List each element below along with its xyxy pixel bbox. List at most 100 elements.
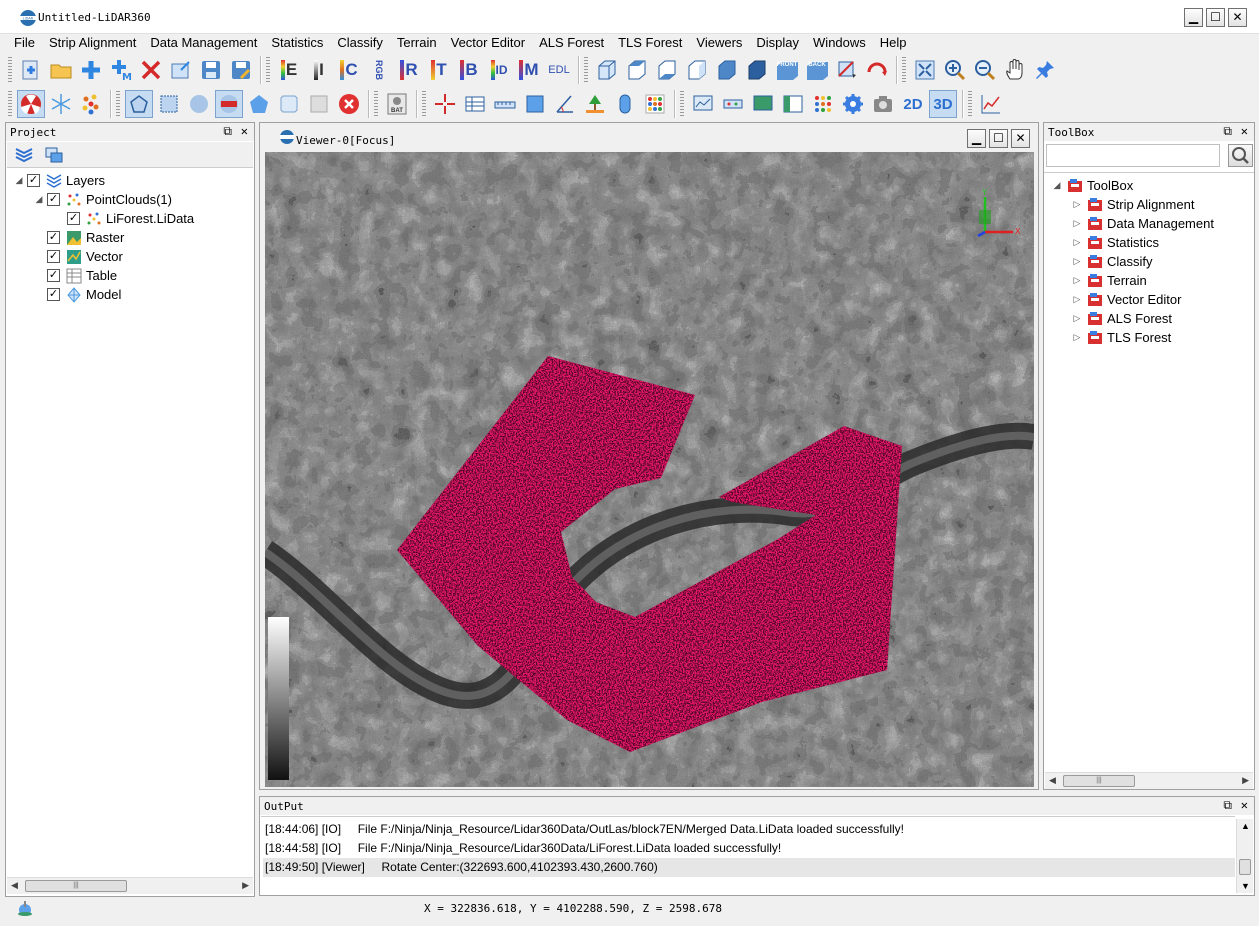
measure-table-icon[interactable] [461, 90, 489, 118]
toolbar-grip[interactable] [422, 91, 426, 117]
expand-arrow-icon[interactable]: ▷ [1072, 199, 1082, 210]
scroll-up-icon[interactable]: ▲ [1241, 821, 1250, 831]
rgb-color-icon[interactable]: RGB [365, 56, 393, 84]
zoom-out-icon[interactable] [971, 56, 999, 84]
pan-hand-icon[interactable] [1001, 56, 1029, 84]
scroll-right-icon[interactable]: ▶ [1242, 775, 1249, 786]
collapse-arrow-icon[interactable]: ◢ [34, 194, 44, 205]
mix-color-icon[interactable]: M [515, 56, 543, 84]
tree-node-model[interactable]: ✓ Model [6, 285, 254, 304]
toolbox-item-vector-editor[interactable]: ▷ Vector Editor [1044, 290, 1254, 309]
layer-checkbox[interactable]: ✓ [27, 174, 40, 187]
window-list-icon[interactable] [45, 147, 63, 166]
toolbox-item-data-management[interactable]: ▷ Data Management [1044, 214, 1254, 233]
collapse-arrow-icon[interactable]: ◢ [1052, 180, 1062, 191]
blend-color-icon[interactable]: B [455, 56, 483, 84]
project-horizontal-scrollbar[interactable]: ◀ ||| ▶ [7, 877, 253, 894]
add-data-icon[interactable] [77, 56, 105, 84]
menu-als-forest[interactable]: ALS Forest [532, 33, 611, 53]
profile-view-icon[interactable] [689, 90, 717, 118]
projection-mode-icon[interactable] [833, 56, 861, 84]
classification-color-icon[interactable]: C [335, 56, 363, 84]
screenshot-camera-icon[interactable] [869, 90, 897, 118]
expand-arrow-icon[interactable]: ▷ [1072, 218, 1082, 229]
toolbox-item-als-forest[interactable]: ▷ ALS Forest [1044, 309, 1254, 328]
time-color-icon[interactable]: T [425, 56, 453, 84]
tree-node-pointclouds[interactable]: ◢ ✓ PointClouds(1) [6, 190, 254, 209]
expand-arrow-icon[interactable]: ▷ [1072, 275, 1082, 286]
tree-node-raster[interactable]: ✓ Raster [6, 228, 254, 247]
viewer-minimize-button[interactable]: ▁ [967, 129, 986, 148]
toolbar-grip[interactable] [116, 91, 120, 117]
menu-display[interactable]: Display [749, 33, 806, 53]
panel-close-icon[interactable]: ✕ [1241, 124, 1248, 138]
viewer-maximize-button[interactable]: ☐ [989, 129, 1008, 148]
toolbar-grip[interactable] [8, 91, 12, 117]
toolbox-item-statistics[interactable]: ▷ Statistics [1044, 233, 1254, 252]
measure-area-icon[interactable] [521, 90, 549, 118]
scrollbar-thumb[interactable]: ||| [25, 880, 127, 892]
view-left-cube-icon[interactable] [683, 56, 711, 84]
output-vertical-scrollbar[interactable]: ▲ ▼ [1236, 819, 1253, 893]
zoom-in-icon[interactable] [941, 56, 969, 84]
menu-strip-alignment[interactable]: Strip Alignment [42, 33, 143, 53]
point-scatter-icon[interactable] [77, 90, 105, 118]
expand-arrow-icon[interactable]: ▷ [1072, 313, 1082, 324]
rectangle-select-icon[interactable] [155, 90, 183, 118]
view-2d-button[interactable]: 2D [899, 90, 927, 118]
toolbox-search-input[interactable] [1046, 144, 1220, 167]
point-grid-icon[interactable] [641, 90, 669, 118]
layer-checkbox[interactable]: ✓ [67, 212, 80, 225]
polygon-select-icon[interactable] [125, 90, 153, 118]
layer-checkbox[interactable]: ✓ [47, 231, 60, 244]
toolbar-grip[interactable] [584, 57, 588, 83]
expand-arrow-icon[interactable]: ▷ [1072, 332, 1082, 343]
view-front-icon[interactable]: FRONT [773, 56, 801, 84]
view-right-cube-icon[interactable] [713, 56, 741, 84]
intensity-color-icon[interactable]: I [305, 56, 333, 84]
toolbar-grip[interactable] [266, 57, 270, 83]
menu-vector-editor[interactable]: Vector Editor [444, 33, 532, 53]
settings-gear-icon[interactable] [839, 90, 867, 118]
return-color-icon[interactable]: R [395, 56, 423, 84]
new-project-icon[interactable] [17, 56, 45, 84]
rotate-view-icon[interactable] [863, 56, 891, 84]
toolbar-grip[interactable] [680, 91, 684, 117]
layers-stack-icon[interactable] [15, 147, 33, 166]
viewer-close-button[interactable]: ✕ [1011, 129, 1030, 148]
layer-checkbox[interactable]: ✓ [47, 288, 60, 301]
add-multiple-icon[interactable]: M [107, 56, 135, 84]
view-back-icon[interactable]: BACK [803, 56, 831, 84]
menu-windows[interactable]: Windows [806, 33, 873, 53]
chart-statistics-icon[interactable] [977, 90, 1005, 118]
menu-file[interactable]: File [7, 33, 42, 53]
menu-viewers[interactable]: Viewers [689, 33, 749, 53]
save-as-icon[interactable] [227, 56, 255, 84]
menu-tls-forest[interactable]: TLS Forest [611, 33, 689, 53]
toolbox-item-terrain[interactable]: ▷ Terrain [1044, 271, 1254, 290]
pick-point-pin-icon[interactable] [1031, 56, 1059, 84]
view-3d-button[interactable]: 3D [929, 90, 957, 118]
undock-icon[interactable]: ⧉ [1223, 798, 1232, 813]
expand-arrow-icon[interactable]: ▷ [1072, 256, 1082, 267]
open-folder-icon[interactable] [47, 56, 75, 84]
remove-data-icon[interactable] [137, 56, 165, 84]
menu-data-management[interactable]: Data Management [143, 33, 264, 53]
toolbox-item-tls-forest[interactable]: ▷ TLS Forest [1044, 328, 1254, 347]
toolbar-grip[interactable] [902, 57, 906, 83]
scrollbar-thumb[interactable] [1239, 859, 1251, 875]
layer-checkbox[interactable]: ✓ [47, 193, 60, 206]
view-top-cube-icon[interactable] [623, 56, 651, 84]
layer-checkbox[interactable]: ✓ [47, 269, 60, 282]
tree-node-liforest[interactable]: ✓ LiForest.LiData [6, 209, 254, 228]
panel-close-icon[interactable]: ✕ [1241, 798, 1248, 812]
toolbar-grip[interactable] [8, 57, 12, 83]
expand-arrow-icon[interactable]: ▷ [1072, 237, 1082, 248]
cancel-selection-icon[interactable] [335, 90, 363, 118]
fit-view-icon[interactable] [911, 56, 939, 84]
view-bottom-cube-icon[interactable] [653, 56, 681, 84]
toolbox-root[interactable]: ◢ ToolBox [1044, 176, 1254, 195]
undock-icon[interactable]: ⧉ [223, 124, 232, 139]
scroll-left-icon[interactable]: ◀ [1049, 775, 1056, 786]
expand-arrow-icon[interactable]: ▷ [1072, 294, 1082, 305]
